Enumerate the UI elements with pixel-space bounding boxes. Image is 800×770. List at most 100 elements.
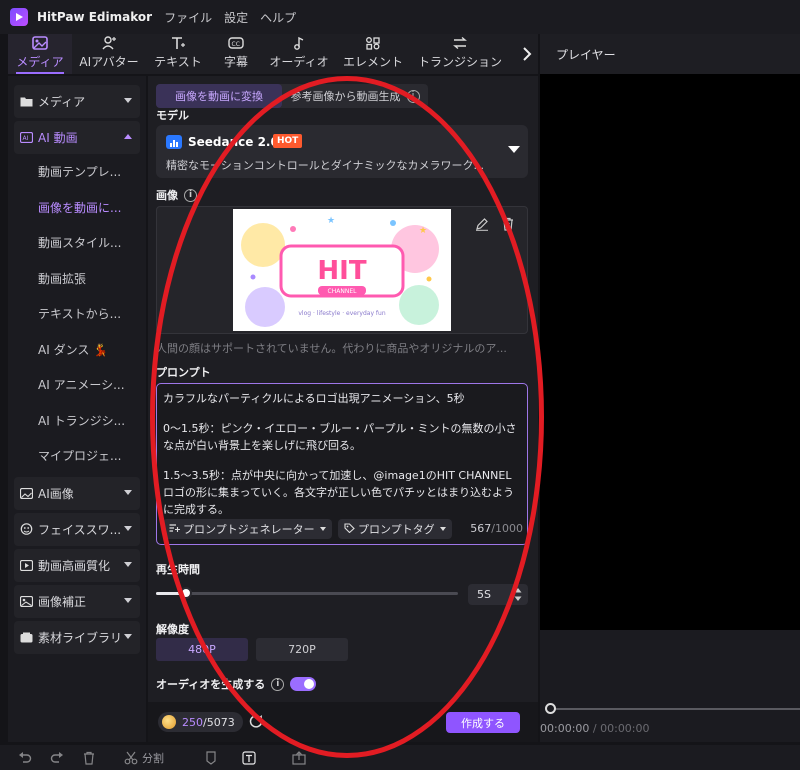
tab-audio[interactable]: オーディオ bbox=[262, 34, 336, 74]
prompt-toolbar: プロンプトジェネレーター プロンプトタグ 567/1000 bbox=[163, 519, 523, 539]
player-controls: 00:00:00 / 00:00:00 bbox=[540, 630, 800, 742]
refresh-icon[interactable] bbox=[248, 713, 264, 729]
prompt-textarea[interactable]: カラフルなパーティクルによるロゴ出現アニメーション、5秒 0～1.5秒：ピンク・… bbox=[156, 383, 528, 545]
prompt-generator-icon bbox=[169, 523, 180, 536]
info-icon[interactable]: i bbox=[184, 188, 197, 202]
image-upload-area[interactable]: ★ ★ HIT CHANNEL vlog · lifestyle · every… bbox=[156, 206, 528, 334]
info-icon[interactable]: i bbox=[271, 677, 285, 691]
sidebar-item-image-enhance[interactable]: 画像補正 bbox=[14, 584, 140, 618]
sidebar-item-video-upscale[interactable]: 動画高画質化 bbox=[14, 548, 140, 582]
sidebar-item-media[interactable]: メディア bbox=[14, 85, 140, 118]
tab-reference-label: 参考画像から動画生成 bbox=[290, 90, 401, 103]
prompt-generator-button[interactable]: プロンプトジェネレーター bbox=[163, 519, 332, 539]
sidebar-item-face-swap[interactable]: フェイススワ... bbox=[14, 512, 140, 546]
duration-stepper[interactable]: 5S bbox=[468, 584, 528, 605]
sidebar-item-asset-library[interactable]: 素材ライブラリ bbox=[14, 620, 140, 654]
prompt-text[interactable]: カラフルなパーティクルによるロゴ出現アニメーション、5秒 0～1.5秒：ピンク・… bbox=[163, 390, 521, 531]
stepper-arrows-icon[interactable] bbox=[514, 587, 522, 602]
ai-image-icon bbox=[20, 487, 34, 499]
trash-icon[interactable] bbox=[82, 751, 96, 765]
image-to-video-panel: 画像を動画に変換 参考画像から動画生成 i モデル Seedance 2.0 H… bbox=[148, 76, 538, 742]
player-scrubber-handle[interactable] bbox=[545, 703, 556, 714]
sidebar-item-label: AI画像 bbox=[38, 486, 74, 501]
svg-text:CC: CC bbox=[232, 41, 240, 48]
tab-image-to-video[interactable]: 画像を動画に変換 bbox=[156, 84, 282, 108]
thumbnail-tagline: vlog · lifestyle · everyday fun bbox=[298, 310, 385, 317]
sidebar-item-ai-video[interactable]: AI AI 動画 bbox=[14, 121, 140, 154]
prompt-tag-button[interactable]: プロンプトタグ bbox=[338, 519, 452, 539]
tab-reference-image-video[interactable]: 参考画像から動画生成 i bbox=[282, 84, 428, 108]
chevron-down-icon bbox=[124, 561, 132, 567]
sidebar-item-ai-image[interactable]: AI画像 bbox=[14, 476, 140, 510]
marker-icon[interactable] bbox=[204, 750, 218, 765]
menu-help[interactable]: ヘルプ bbox=[260, 9, 296, 26]
chevron-down-icon bbox=[124, 525, 132, 531]
current-time: 00:00:00 bbox=[540, 722, 590, 735]
tab-transition[interactable]: トランジション bbox=[410, 34, 510, 74]
sidebar-subitem-ai-dance[interactable]: AI ダンス 💃 bbox=[14, 332, 140, 368]
sidebar-subitem-video-style[interactable]: 動画スタイル... bbox=[14, 225, 140, 261]
resolution-480p-button[interactable]: 480P bbox=[156, 638, 248, 661]
tab-element[interactable]: エレメント bbox=[336, 34, 410, 74]
export-icon[interactable] bbox=[292, 750, 306, 765]
redo-icon[interactable] bbox=[50, 751, 64, 765]
seedance-logo-icon bbox=[166, 135, 182, 149]
tab-ai-avatar[interactable]: AIアバター bbox=[72, 34, 146, 74]
tab-transition-label: トランジション bbox=[417, 55, 502, 69]
prompt-paragraph: カラフルなパーティクルによるロゴ出現アニメーション、5秒 bbox=[163, 392, 465, 405]
caret-down-icon bbox=[508, 146, 520, 153]
app-logo-icon bbox=[10, 8, 28, 26]
duration-slider-handle[interactable] bbox=[180, 587, 193, 599]
image-restriction-note: 人間の顔はサポートされていません。代わりに商品やオリジナルのア... bbox=[156, 342, 507, 355]
tab-media[interactable]: メディア bbox=[8, 34, 72, 74]
sidebar-subitem-video-template[interactable]: 動画テンプレ... bbox=[14, 154, 140, 190]
text-tool-icon[interactable] bbox=[242, 750, 256, 765]
menu-file[interactable]: ファイル bbox=[164, 9, 212, 26]
image-label: 画像 bbox=[156, 189, 178, 202]
chevron-down-icon bbox=[124, 633, 132, 639]
avatar-icon bbox=[100, 35, 118, 51]
sidebar-subitem-my-projects[interactable]: マイプロジェ... bbox=[14, 438, 140, 474]
sidebar-subitem-ai-transition[interactable]: AI トランジシ... bbox=[14, 403, 140, 439]
transition-icon bbox=[451, 35, 469, 51]
generate-audio-toggle[interactable] bbox=[290, 677, 317, 691]
prompt-tag-label: プロンプトタグ bbox=[358, 523, 435, 536]
split-label: 分割 bbox=[142, 751, 164, 765]
sidebar-subitem-image-to-video[interactable]: 画像を動画に... bbox=[14, 190, 140, 226]
delete-icon[interactable] bbox=[501, 217, 515, 231]
menu-settings[interactable]: 設定 bbox=[224, 9, 248, 26]
duration-slider-track[interactable] bbox=[156, 592, 458, 595]
chevron-down-icon bbox=[124, 597, 132, 603]
generate-audio-row: オーディオを生成する i bbox=[156, 676, 317, 692]
tabs-next-chevron-icon[interactable] bbox=[516, 34, 538, 74]
player-scrubber-track[interactable] bbox=[550, 708, 800, 710]
sidebar-subitem-text-to-video[interactable]: テキストから... bbox=[14, 296, 140, 332]
video-upscale-icon bbox=[20, 559, 34, 571]
chevron-down-icon bbox=[124, 489, 132, 495]
svg-text:AI: AI bbox=[23, 135, 29, 142]
uploaded-image-thumbnail: ★ ★ HIT CHANNEL vlog · lifestyle · every… bbox=[233, 209, 451, 331]
svg-text:★: ★ bbox=[327, 216, 335, 226]
create-button[interactable]: 作成する bbox=[446, 712, 520, 733]
scissors-icon[interactable] bbox=[124, 751, 138, 765]
credits-display: 250/5073 bbox=[158, 712, 243, 732]
dropdown-caret-icon bbox=[319, 527, 326, 531]
app-title: HitPaw Edimakor bbox=[37, 10, 153, 24]
timeline-toolbar: 分割 bbox=[0, 745, 800, 770]
image-enhance-icon bbox=[20, 595, 34, 607]
model-description: 精密なモーションコントロールとダイナミックなカメラワーク... bbox=[166, 159, 485, 172]
sidebar-subitem-ai-animation[interactable]: AI アニメーシ... bbox=[14, 367, 140, 403]
credits-total: /5073 bbox=[203, 715, 235, 729]
tab-caption[interactable]: CC 字幕 bbox=[210, 34, 262, 74]
audio-icon bbox=[290, 35, 308, 51]
info-icon[interactable]: i bbox=[406, 89, 420, 103]
tab-caption-label: 字幕 bbox=[223, 55, 248, 69]
model-select[interactable]: Seedance 2.0 HOT 精密なモーションコントロールとダイナミックなカ… bbox=[156, 125, 528, 178]
tab-text[interactable]: テキスト bbox=[146, 34, 210, 74]
sidebar-subitem-video-extend[interactable]: 動画拡張 bbox=[14, 261, 140, 297]
undo-icon[interactable] bbox=[18, 751, 32, 765]
prompt-paragraph: 1.5～3.5秒：点が中央に向かって加速し、@image1のHIT CHANNE… bbox=[163, 469, 515, 516]
resolution-720p-button[interactable]: 720P bbox=[256, 638, 348, 661]
face-swap-icon bbox=[20, 523, 34, 535]
edit-icon[interactable] bbox=[475, 217, 489, 231]
